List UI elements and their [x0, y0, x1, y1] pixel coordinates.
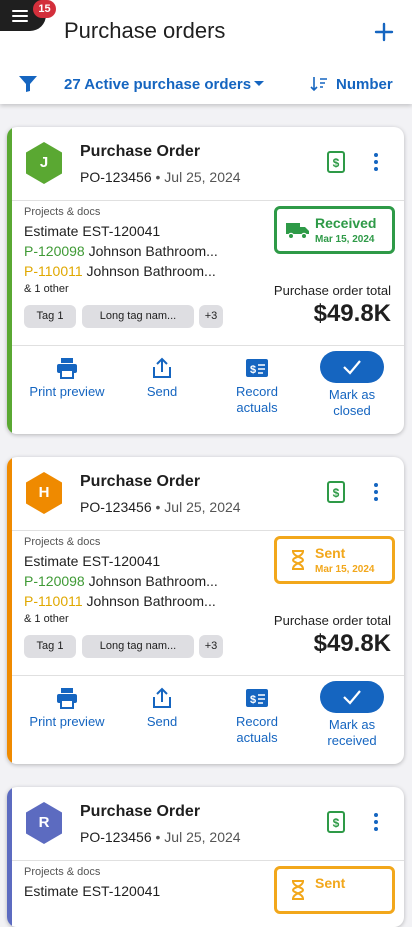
total-label: Purchase order total — [273, 613, 391, 628]
mark-received-button[interactable]: Mark as received — [305, 677, 399, 749]
svg-text:$: $ — [333, 156, 340, 170]
more-options-icon[interactable] — [371, 153, 381, 171]
record-actuals-button[interactable]: $ Record actuals — [210, 677, 304, 746]
invoice-icon[interactable]: $ — [325, 150, 347, 174]
share-icon — [153, 357, 171, 378]
receipt-icon: $ — [246, 359, 268, 377]
estimate-link[interactable]: Estimate EST-120041 — [24, 553, 160, 569]
tag-chip[interactable]: Long tag nam... — [82, 305, 194, 328]
total-value: $49.8K — [313, 630, 391, 657]
tag-chip[interactable]: Long tag nam... — [82, 635, 194, 658]
share-icon — [153, 687, 171, 708]
divider — [12, 200, 404, 201]
project-line[interactable]: P-110011 Johnson Bathroom... — [24, 593, 216, 609]
app-header: 15 Purchase orders 27 Active purchase or… — [0, 0, 412, 104]
svg-text:$: $ — [333, 486, 340, 500]
filter-icon[interactable] — [18, 75, 38, 93]
chevron-down-icon[interactable] — [254, 81, 264, 86]
status-stripe — [7, 457, 12, 764]
mark-closed-button[interactable]: Mark as closed — [305, 347, 399, 419]
filter-dropdown[interactable]: 27 Active purchase orders — [64, 76, 251, 93]
hourglass-icon — [291, 550, 305, 570]
printer-icon — [57, 358, 77, 379]
projects-label: Projects & docs — [24, 536, 101, 548]
svg-text:$: $ — [333, 816, 340, 830]
divider — [12, 345, 404, 346]
divider — [12, 860, 404, 861]
truck-icon — [286, 223, 309, 240]
notification-badge: 15 — [33, 0, 56, 18]
receipt-icon: $ — [246, 689, 268, 707]
print-preview-button[interactable]: Print preview — [20, 677, 114, 730]
divider — [12, 675, 404, 676]
estimate-link[interactable]: Estimate EST-120041 — [24, 223, 160, 239]
hamburger-icon — [12, 10, 28, 22]
avatar: R — [24, 801, 64, 845]
other-count: & 1 other — [24, 613, 69, 625]
check-icon — [343, 690, 361, 705]
svg-text:$: $ — [250, 694, 256, 706]
projects-label: Projects & docs — [24, 206, 101, 218]
total-label: Purchase order total — [273, 283, 391, 298]
avatar: H — [24, 471, 64, 515]
send-button[interactable]: Send — [115, 677, 209, 730]
other-count: & 1 other — [24, 283, 69, 295]
po-number-date: PO-123456 • Jul 25, 2024 — [80, 499, 241, 515]
project-line[interactable]: P-120098 Johnson Bathroom... — [24, 573, 218, 589]
printer-icon — [57, 688, 77, 709]
projects-label: Projects & docs — [24, 866, 101, 878]
more-options-icon[interactable] — [371, 813, 381, 831]
project-line[interactable]: P-120098 Johnson Bathroom... — [24, 243, 218, 259]
po-number-date: PO-123456 • Jul 25, 2024 — [80, 829, 241, 845]
card-title: Purchase Order — [80, 473, 201, 490]
sort-icon[interactable] — [310, 76, 328, 92]
invoice-icon[interactable]: $ — [325, 480, 347, 504]
status-badge: Received Mar 15, 2024 — [274, 206, 395, 254]
svg-text:$: $ — [250, 364, 256, 376]
estimate-link[interactable]: Estimate EST-120041 — [24, 883, 160, 899]
purchase-order-card[interactable]: J Purchase Order PO-123456 • Jul 25, 202… — [7, 127, 404, 434]
print-preview-button[interactable]: Print preview — [20, 347, 114, 400]
invoice-icon[interactable]: $ — [325, 810, 347, 834]
tag-chip[interactable]: Tag 1 — [24, 635, 76, 658]
status-stripe — [7, 787, 12, 927]
record-actuals-button[interactable]: $ Record actuals — [210, 347, 304, 416]
filter-bar: 27 Active purchase orders Number — [0, 66, 412, 102]
purchase-order-card[interactable]: H Purchase Order PO-123456 • Jul 25, 202… — [7, 457, 404, 764]
sort-button[interactable]: Number — [336, 76, 393, 93]
purchase-order-card[interactable]: R Purchase Order PO-123456 • Jul 25, 202… — [7, 787, 404, 927]
send-button[interactable]: Send — [115, 347, 209, 400]
po-number-date: PO-123456 • Jul 25, 2024 — [80, 169, 241, 185]
plus-icon — [374, 22, 394, 42]
status-badge: Sent Mar 15, 2024 — [274, 536, 395, 584]
card-title: Purchase Order — [80, 143, 201, 160]
page-title: Purchase orders — [64, 18, 226, 43]
divider — [12, 530, 404, 531]
status-stripe — [7, 127, 12, 434]
card-title: Purchase Order — [80, 803, 201, 820]
avatar: J — [24, 141, 64, 185]
check-icon — [343, 360, 361, 375]
project-line[interactable]: P-110011 Johnson Bathroom... — [24, 263, 216, 279]
more-options-icon[interactable] — [371, 483, 381, 501]
hourglass-icon — [291, 880, 305, 900]
tag-more-chip[interactable]: +3 — [199, 635, 223, 658]
status-badge: Sent — [274, 866, 395, 914]
total-value: $49.8K — [313, 300, 391, 327]
tag-chip[interactable]: Tag 1 — [24, 305, 76, 328]
add-button[interactable] — [372, 20, 396, 44]
tag-more-chip[interactable]: +3 — [199, 305, 223, 328]
